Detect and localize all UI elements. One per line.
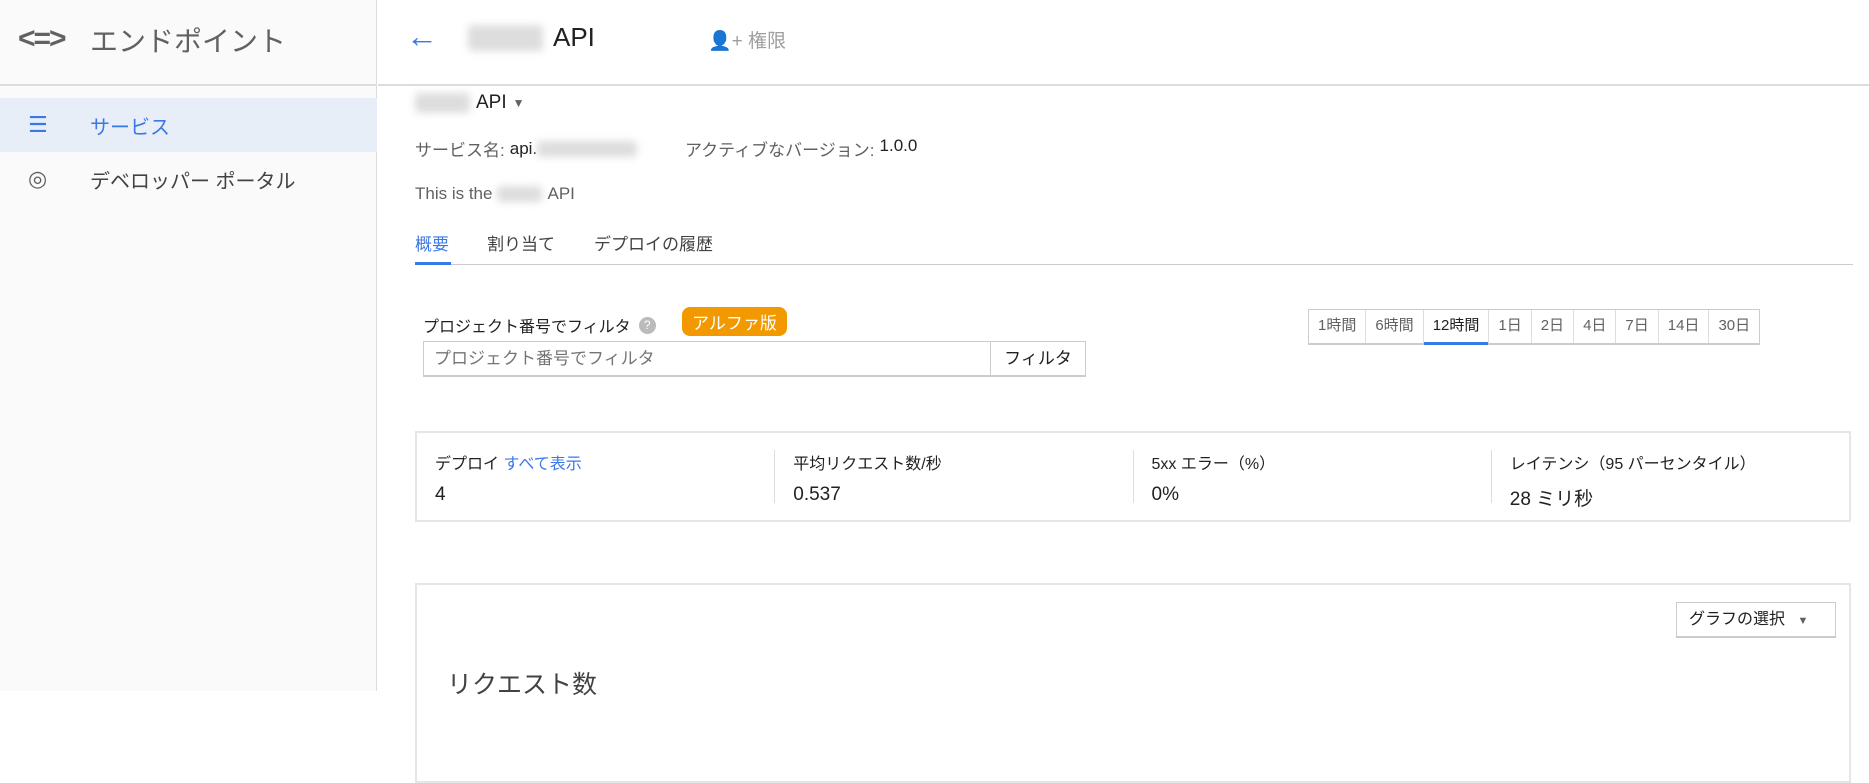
endpoints-logo-icon: <=> [18,22,67,55]
add-person-icon: 👤+ [708,31,749,52]
active-tab-indicator [415,262,451,265]
alpha-badge: アルファ版 [682,307,787,336]
time-range-30d[interactable]: 30日 [1709,310,1759,343]
stat-latency: レイテンシ（95 パーセンタイル） 28 ミリ秒 [1492,450,1849,510]
tabs-divider [415,264,1853,265]
stat-value: 0% [1151,484,1179,505]
service-selector-label: API [476,92,507,113]
graph-select-dropdown[interactable]: グラフの選択 ▼ [1676,602,1836,638]
stat-avg-requests: 平均リクエスト数/秒 0.537 [775,450,1134,505]
list-icon: ☰ [28,112,48,137]
stat-label: 5xx エラー（%） [1151,456,1276,473]
time-range-1d[interactable]: 1日 [1489,310,1532,343]
stat-deployments: デプロイ すべて表示 4 [417,450,776,505]
time-range-6h[interactable]: 6時間 [1366,310,1424,343]
time-range-1h[interactable]: 1時間 [1309,310,1367,343]
page-title: API [468,22,595,53]
stats-card: デプロイ すべて表示 4 平均リクエスト数/秒 0.537 5xx エラー（%）… [415,431,1851,522]
active-version: アクティブなバージョン: 1.0.0 [685,136,917,161]
sidebar-item-services[interactable]: ☰ サービス [0,98,377,152]
dropdown-arrow-icon: ▼ [512,96,525,110]
stat-value: 28 ミリ秒 [1509,489,1594,510]
filter-label: プロジェクト番号でフィルタ ? [423,313,656,337]
tab-overview[interactable]: 概要 [415,230,449,255]
time-range-2d[interactable]: 2日 [1532,310,1575,343]
sidebar-item-developer-portal[interactable]: ◎ デベロッパー ポータル [0,152,377,206]
stat-value: 4 [435,484,446,505]
service-selector[interactable]: API ▼ [415,92,525,114]
desc-prefix: This is the [415,184,493,203]
service-description: This is the API [415,184,575,204]
time-range-12h[interactable]: 12時間 [1423,310,1490,345]
time-range-14d[interactable]: 14日 [1659,310,1710,343]
stat-value: 0.537 [793,484,841,505]
permissions-label: 権限 [748,31,787,52]
sidebar: <=> エンドポイント ☰ サービス ◎ デベロッパー ポータル [0,0,377,691]
project-filter-input[interactable] [423,341,991,377]
chart-title: リクエスト数 [447,671,598,699]
sidebar-item-label: サービス [90,116,170,139]
filter-button[interactable]: フィルタ [990,341,1086,377]
app-title: エンドポイント [90,26,287,57]
chart-card: グラフの選択 ▼ リクエスト数 [415,583,1851,783]
brand: <=> エンドポイント [0,0,377,86]
service-name-label: サービス名: [415,141,505,160]
time-range-7d[interactable]: 7日 [1616,310,1659,343]
help-icon[interactable]: ? [638,316,656,334]
stat-5xx-errors: 5xx エラー（%） 0% [1134,450,1492,505]
show-all-link[interactable]: すべて表示 [503,456,581,473]
tab-deploy-history[interactable]: デプロイの履歴 [594,230,713,255]
version-label: アクティブなバージョン: [685,141,875,160]
sidebar-item-label: デベロッパー ポータル [90,170,296,193]
desc-suffix: API [547,184,575,203]
version-value: 1.0.0 [879,136,918,155]
time-range-4d[interactable]: 4日 [1574,310,1617,343]
stat-label: 平均リクエスト数/秒 [793,456,942,473]
stat-label: レイテンシ（95 パーセンタイル） [1509,456,1756,473]
portal-icon: ◎ [28,166,48,191]
back-arrow-icon[interactable]: ← [406,18,438,55]
time-range-selector: 1時間 6時間 12時間 1日 2日 4日 7日 14日 30日 [1308,309,1761,345]
filter-label-text: プロジェクト番号でフィルタ [423,319,631,336]
stat-label: デプロイ [435,456,500,473]
tab-quotas[interactable]: 割り当て [487,230,555,255]
graph-select-label: グラフの選択 [1689,611,1786,628]
service-name-value: api. [509,138,538,158]
header: ← API 👤+ 権限 [378,0,1869,86]
service-name: サービス名: api. [415,136,638,161]
page-title-text: API [553,22,595,52]
dropdown-arrow-icon: ▼ [1797,615,1809,627]
permissions-button[interactable]: 👤+ 権限 [708,26,786,53]
